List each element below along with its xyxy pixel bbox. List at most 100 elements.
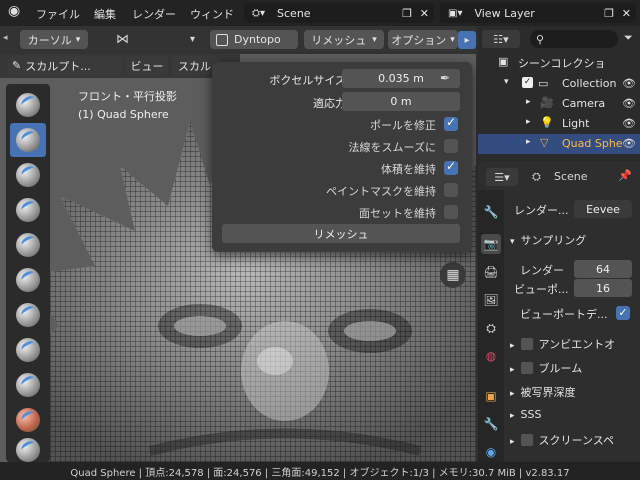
screen-space-reflections-panel[interactable]: ▸ スクリーンスペ	[510, 432, 614, 448]
eye-icon[interactable]: 👁	[622, 117, 636, 130]
outliner-row-label: シーンコレクショ	[518, 57, 606, 70]
preserve-volume-checkbox[interactable]	[444, 159, 458, 175]
expand-icon[interactable]: ▸	[526, 117, 531, 127]
transform-pivot-dropdown[interactable]: カーソル ▾	[20, 30, 88, 49]
scene-icon: ⛭▾	[252, 7, 266, 19]
view-layer-selector[interactable]: ▣▾ View Layer ❐ ✕	[440, 3, 636, 23]
outliner-row-label: Collection	[562, 77, 617, 90]
view-layer-tab-icon[interactable]: 🖼	[481, 290, 501, 310]
dyntopo-toggle[interactable]: Dyntopo	[210, 30, 298, 49]
render-tab-icon[interactable]: 📷	[481, 234, 501, 254]
new-view-layer-icon[interactable]: ❐	[604, 7, 614, 20]
menu-edit[interactable]: 編集	[94, 6, 116, 22]
bloom-panel[interactable]: ▸ ブルーム	[510, 360, 582, 376]
eyedropper-icon[interactable]: ✒	[440, 71, 450, 85]
clay-brush-tool[interactable]	[10, 158, 46, 192]
viewport-header: ◂ カーソル▾ ⋈ X Y Z ▾ Dyntopo リメッシュ▾ オプション▾ …	[0, 26, 476, 75]
status-bar: Quad Sphere | 頂点:24,578 | 面:24,576 | 三角面…	[0, 462, 640, 480]
eye-icon[interactable]: 👁	[622, 97, 636, 110]
eye-icon[interactable]: 👁	[622, 77, 636, 90]
outliner-search-input[interactable]: ⚲	[530, 30, 618, 48]
sidebar-toggle-icon[interactable]: ▸	[458, 31, 476, 49]
options-label: オプション	[391, 33, 447, 47]
active-object-name: (1) Quad Sphere	[78, 108, 169, 121]
menu-file[interactable]: ファイル	[36, 6, 80, 22]
preserve-paint-mask-checkbox[interactable]	[444, 183, 458, 197]
menu-render[interactable]: レンダー	[132, 6, 176, 22]
expand-icon[interactable]: ▾	[504, 77, 509, 87]
menu-view[interactable]: ビュー	[126, 56, 168, 75]
collection-icon: ▭	[538, 77, 549, 90]
inflate-brush-tool[interactable]	[10, 263, 46, 297]
draw-sharp-brush-tool[interactable]	[10, 123, 46, 157]
tool-tab-icon[interactable]: 🔧	[481, 202, 501, 222]
fill-brush-icon	[16, 438, 40, 462]
filter-icon[interactable]: ⏷	[624, 31, 633, 45]
ambient-occlusion-checkbox[interactable]	[520, 338, 533, 350]
output-tab-icon[interactable]: 🖨	[481, 262, 501, 282]
expand-icon[interactable]: ▸	[526, 97, 531, 107]
outliner-row-quad-sphere[interactable]: ▸ ▽ Quad Sphe 👁	[478, 134, 640, 154]
sculpt-menu-label: スカル	[178, 59, 211, 73]
eye-icon[interactable]: 👁	[622, 137, 636, 150]
options-dropdown[interactable]: オプション ▾	[388, 30, 458, 49]
collapse-left-icon[interactable]: ◂	[3, 33, 8, 43]
bloom-checkbox[interactable]	[520, 362, 533, 374]
preserve-volume-label: 体積を維持	[381, 163, 436, 176]
delete-view-layer-icon[interactable]: ✕	[622, 7, 631, 20]
outliner-row-light[interactable]: ▸ 💡 Light 👁	[478, 114, 640, 134]
blender-logo-icon[interactable]: ◉	[8, 3, 20, 19]
object-tab-icon[interactable]: ▣	[481, 386, 501, 406]
properties-scene-label: Scene	[554, 170, 588, 183]
scene-selector[interactable]: ⛭▾ Scene ❐ ✕	[244, 3, 434, 23]
modifier-tab-icon[interactable]: 🔧	[481, 414, 501, 434]
render-samples-field[interactable]: 64	[574, 260, 632, 278]
layer-brush-tool[interactable]	[10, 228, 46, 262]
chevron-down-icon: ▾	[372, 34, 377, 45]
remesh-button[interactable]: リメッシュ	[222, 224, 460, 243]
flatten-brush-tool[interactable]	[10, 403, 46, 437]
delete-scene-icon[interactable]: ✕	[420, 7, 429, 20]
render-engine-dropdown[interactable]: Eevee	[574, 200, 632, 218]
new-scene-icon[interactable]: ❐	[402, 7, 412, 20]
expand-icon[interactable]: ▸	[526, 137, 531, 147]
ambient-occlusion-panel[interactable]: ▸ アンビエントオ	[510, 336, 615, 352]
physics-tab-icon[interactable]: ◉	[481, 442, 501, 462]
mode-selector[interactable]: ✎ スカルプト...	[8, 56, 122, 75]
viewport-denoise-checkbox[interactable]: ✓	[616, 306, 630, 320]
grid-view-icon[interactable]: ▦	[440, 262, 466, 288]
properties-tabs: 🔧 📷 🖨 🖼 ⛭ ◍ ▣ 🔧 ◉	[478, 190, 504, 462]
outliner-row-collection[interactable]: ▾ ✓ ▭ Collection 👁	[478, 74, 640, 94]
menu-window[interactable]: ウィンド	[190, 6, 234, 22]
world-tab-icon[interactable]: ◍	[481, 346, 501, 366]
blob-brush-tool[interactable]	[10, 298, 46, 332]
clay-strips-brush-tool[interactable]	[10, 193, 46, 227]
chevron-down-icon: ▾	[510, 237, 515, 247]
outliner-row-scene-collection[interactable]: ▣ シーンコレクショ	[478, 52, 640, 72]
sampling-panel-header[interactable]: ▾ サンプリング	[510, 232, 586, 248]
view-layer-icon: ▣▾	[448, 7, 463, 19]
outliner-display-mode-icon[interactable]: ☷▾	[482, 30, 520, 48]
scene-tab-icon[interactable]: ⛭	[481, 318, 501, 338]
preserve-face-sets-checkbox[interactable]	[444, 205, 458, 219]
status-text: Quad Sphere | 頂点:24,578 | 面:24,576 | 三角面…	[70, 467, 570, 479]
symmetry-dropdown-icon[interactable]: ▾	[190, 34, 195, 45]
collection-checkbox[interactable]: ✓	[522, 77, 533, 88]
draw-brush-tool[interactable]	[10, 88, 46, 122]
depth-of-field-panel[interactable]: ▸ 被写界深度	[510, 384, 576, 400]
screen-space-reflections-checkbox[interactable]	[520, 434, 533, 446]
dyntopo-checkbox[interactable]	[216, 33, 228, 46]
outliner-row-camera[interactable]: ▸ 🎥 Camera 👁	[478, 94, 640, 114]
smooth-brush-tool[interactable]	[10, 368, 46, 402]
smooth-brush-icon	[16, 373, 40, 397]
pin-icon[interactable]: 📌	[618, 169, 632, 182]
fix-poles-checkbox[interactable]	[444, 115, 458, 131]
editor-type-icon[interactable]: ☰▾	[486, 168, 518, 186]
adaptivity-field[interactable]: 0 m	[342, 92, 460, 111]
fill-brush-tool[interactable]	[10, 438, 46, 462]
smooth-normals-checkbox[interactable]	[444, 139, 458, 153]
sss-panel[interactable]: ▸ SSS	[510, 408, 541, 421]
crease-brush-tool[interactable]	[10, 333, 46, 367]
viewport-samples-field[interactable]: 16	[574, 279, 632, 297]
remesh-dropdown[interactable]: リメッシュ ▾	[304, 30, 384, 49]
